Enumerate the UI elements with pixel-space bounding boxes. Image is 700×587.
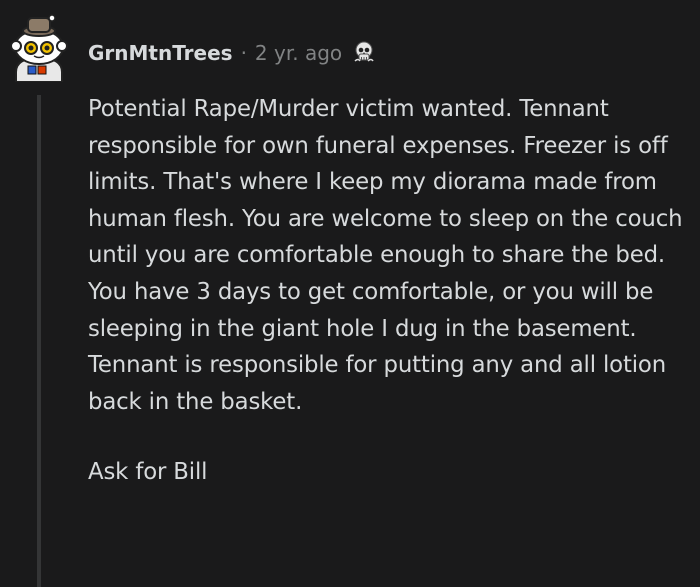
skull-award-icon[interactable] xyxy=(350,39,378,67)
comment: GrnMtnTrees · 2 yr. ago Potential Rape/M… xyxy=(0,0,700,587)
comment-paragraph: Potential Rape/Murder victim wanted. Ten… xyxy=(88,96,683,415)
comment-body: Potential Rape/Murder victim wanted. Ten… xyxy=(88,91,688,491)
author-username[interactable]: GrnMtnTrees xyxy=(88,41,233,65)
thread-collapse-line[interactable] xyxy=(37,95,41,587)
meta-separator: · xyxy=(240,41,247,65)
comment-timestamp[interactable]: 2 yr. ago xyxy=(255,41,342,65)
user-avatar[interactable] xyxy=(8,12,70,83)
comment-paragraph: Ask for Bill xyxy=(88,459,208,486)
comment-header: GrnMtnTrees · 2 yr. ago xyxy=(88,38,378,68)
snoo-avatar-icon xyxy=(10,14,68,83)
